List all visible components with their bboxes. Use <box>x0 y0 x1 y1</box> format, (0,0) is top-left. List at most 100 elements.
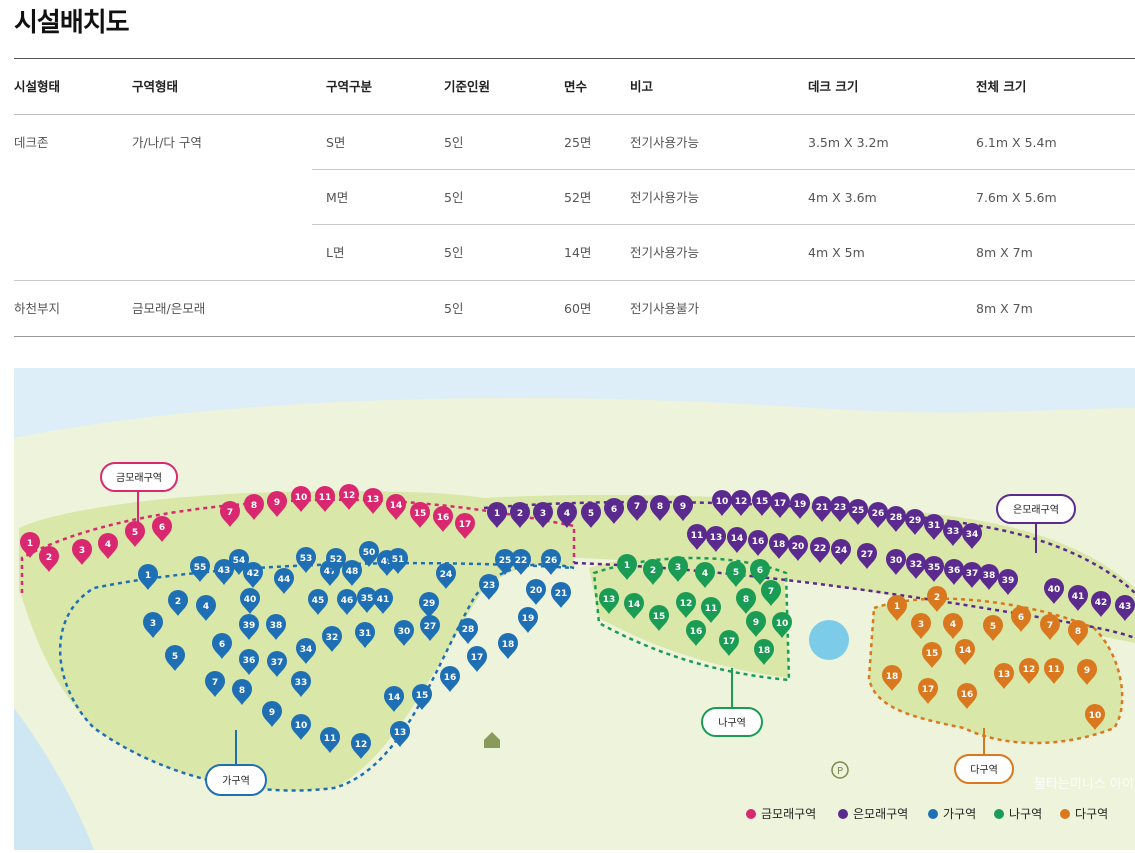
pin-number: 19 <box>794 500 807 510</box>
pin-number: 7 <box>634 502 640 512</box>
pin-number: 3 <box>79 546 85 556</box>
pin-number: 11 <box>324 734 337 744</box>
pin-number: 7 <box>227 508 233 518</box>
legend-dot <box>838 809 848 819</box>
pin-number: 25 <box>852 506 865 516</box>
cell-note: 전기사용가능 <box>630 135 700 150</box>
pin-number: 43 <box>1119 602 1132 612</box>
pin-number: 7 <box>1047 621 1053 631</box>
cell-count: 60면 <box>564 301 592 316</box>
pin-number: 33 <box>947 527 960 537</box>
table-row: 데크존 가/나/다 구역 S면 5인 25면 전기사용가능 3.5m X 3.2… <box>14 115 1135 170</box>
pin-number: 44 <box>278 575 291 585</box>
legend-label: 금모래구역 <box>761 807 817 821</box>
pin-number: 52 <box>330 555 343 565</box>
cell-capacity: 5인 <box>444 245 464 260</box>
pin-number: 18 <box>886 672 899 682</box>
pin-number: 6 <box>159 523 165 533</box>
pin-number: 17 <box>922 685 935 695</box>
pin-number: 2 <box>175 597 181 607</box>
pin-number: 4 <box>564 509 570 519</box>
pin-number: 27 <box>861 550 874 560</box>
campsite-map: 1 2 3 4 5 6 7 8 9 10 11 12 13 14 15 16 17 1 2 3 4 5 6 7 8 9 10 12 15… <box>14 368 1135 850</box>
legend-dot <box>746 809 756 819</box>
pin-number: 8 <box>1075 627 1081 637</box>
pin-number: 34 <box>300 645 313 655</box>
cell-facility: 데크존 <box>14 135 49 150</box>
pin-number: 11 <box>319 493 332 503</box>
pin-number: 40 <box>244 595 257 605</box>
pin-number: 29 <box>423 599 436 609</box>
pin-number: 14 <box>731 534 744 544</box>
pin-number: 11 <box>1048 665 1061 675</box>
cell-capacity: 5인 <box>444 190 464 205</box>
cell-facility: 하천부지 <box>14 301 61 316</box>
legend-item-da: 다구역 <box>1060 805 1108 822</box>
pin-number: 28 <box>890 513 903 523</box>
pin-number: 18 <box>773 540 786 550</box>
pin-number: 15 <box>416 691 429 701</box>
pin-number: 8 <box>251 501 257 511</box>
pin-number: 17 <box>723 637 736 647</box>
pin-number: 20 <box>530 586 543 596</box>
pin-number: 4 <box>702 569 708 579</box>
facility-table: 시설형태 구역형태 구역구분 기준인원 면수 비고 데크 크기 전체 크기 데크… <box>14 58 1135 337</box>
table-header: 시설형태 구역형태 구역구분 기준인원 면수 비고 데크 크기 전체 크기 <box>14 58 1135 115</box>
pin-number: 1 <box>494 509 500 519</box>
pin-number: 9 <box>753 618 759 628</box>
pin-number: 53 <box>300 554 313 564</box>
pin-number: 15 <box>653 612 666 622</box>
fountain-pond <box>809 620 849 660</box>
pin-number: 4 <box>105 540 111 550</box>
cell-deck-size: 4m X 3.6m <box>808 190 877 205</box>
pin-number: 5 <box>172 652 178 662</box>
pin-number: 14 <box>959 646 972 656</box>
pin-number: 55 <box>194 563 207 573</box>
pin-number: 6 <box>611 505 617 515</box>
pin-number: 15 <box>414 509 427 519</box>
legend-dot <box>994 809 1004 819</box>
table-row: L면 5인 14면 전기사용가능 4m X 5m 8m X 7m <box>14 225 1135 281</box>
header-total-size: 전체 크기 <box>976 79 1027 94</box>
table-row: M면 5인 52면 전기사용가능 4m X 3.6m 7.6m X 5.6m <box>14 170 1135 225</box>
pin-number: 37 <box>966 569 979 579</box>
pin-number: 16 <box>752 537 765 547</box>
pin-number: 10 <box>295 721 308 731</box>
pin-number: 42 <box>247 569 260 579</box>
pin-number: 13 <box>367 495 380 505</box>
cell-total-size: 8m X 7m <box>976 301 1033 316</box>
pin-number: 35 <box>928 563 941 573</box>
pin-number: 30 <box>398 627 411 637</box>
pin-number: 8 <box>239 686 245 696</box>
pin-number: 17 <box>471 653 484 663</box>
pin-number: 4 <box>950 620 956 630</box>
legend-label: 다구역 <box>1075 807 1109 821</box>
pin-number: 21 <box>555 589 568 599</box>
pin-number: 9 <box>274 498 280 508</box>
pin-number: 1 <box>27 539 33 549</box>
zone-label-text: 가구역 <box>222 775 250 787</box>
legend-item-geum: 금모래구역 <box>746 805 816 822</box>
pin-number: 8 <box>743 595 749 605</box>
pin-number: 24 <box>440 570 453 580</box>
header-note: 비고 <box>630 79 654 94</box>
pin-number: 46 <box>341 596 354 606</box>
pin-number: 39 <box>1002 576 1015 586</box>
pin-number: 13 <box>710 533 723 543</box>
pin-number: 36 <box>948 566 961 576</box>
map-canvas: 12345 678 9 10 11 12 131415 16171 2 3 4 5 6 7 8 9 10 12 15… <box>14 368 1135 850</box>
pin-number: 35 <box>361 594 374 604</box>
pin-number: 45 <box>312 596 325 606</box>
pin-number: 10 <box>716 497 729 507</box>
pin-number: 12 <box>735 497 748 507</box>
pin-number: 40 <box>1048 585 1061 595</box>
pin-number: 3 <box>918 620 924 630</box>
pin-number: 1 <box>145 571 151 581</box>
pin-number: 54 <box>233 556 246 566</box>
pin-number: 42 <box>1095 598 1108 608</box>
pin-number: 5 <box>990 622 996 632</box>
pin-number: 41 <box>377 595 390 605</box>
pin-number: 39 <box>243 621 256 631</box>
pin-number: 24 <box>835 546 848 556</box>
pin-number: 33 <box>295 678 308 688</box>
